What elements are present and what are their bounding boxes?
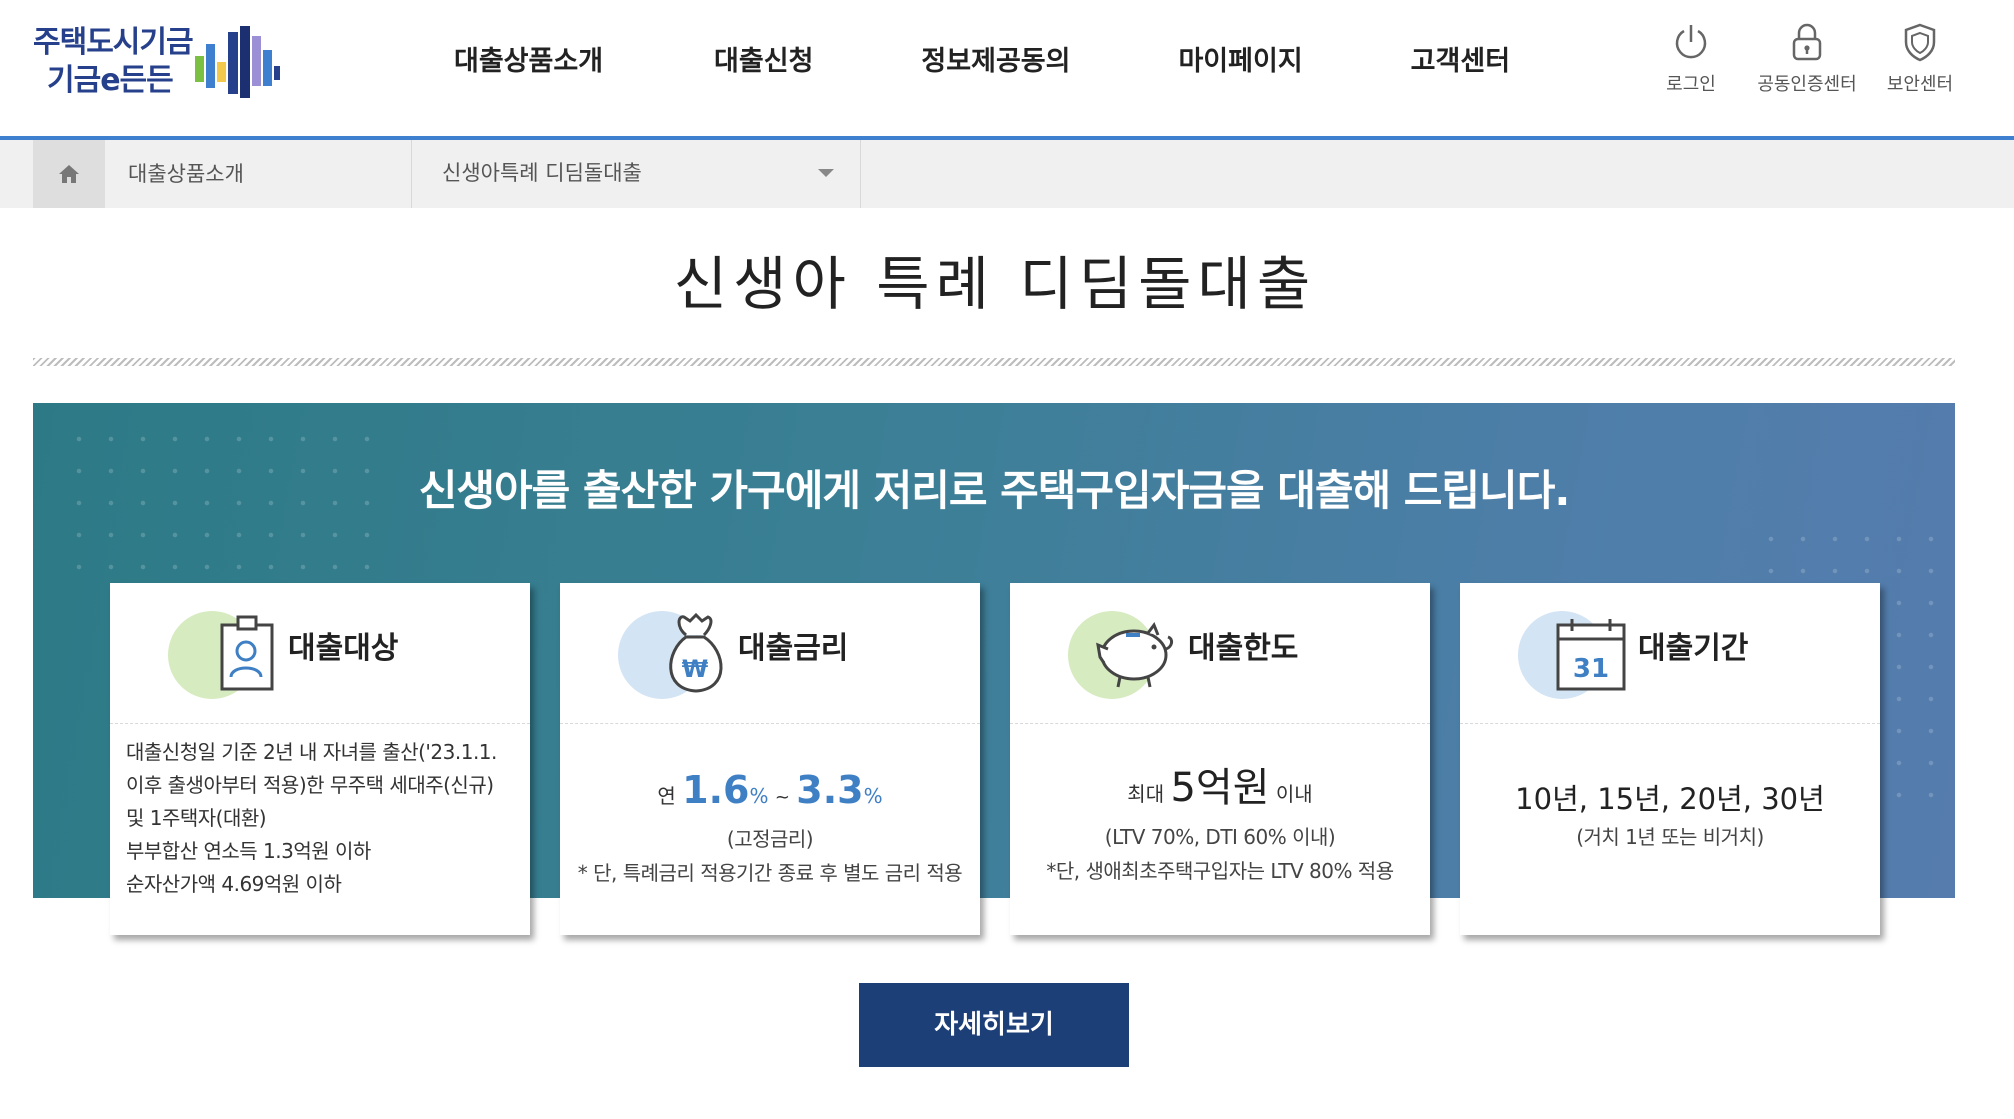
target-line: 이후 출생아부터 적용)한 무주택 세대주(신규): [126, 773, 494, 797]
home-icon: [59, 165, 79, 183]
security-center-button[interactable]: 보안센터: [1865, 22, 1975, 96]
rate-unit: %: [863, 784, 883, 808]
rate-type: (고정금리): [726, 827, 814, 851]
power-icon: [1675, 25, 1707, 59]
cert-center-button[interactable]: 공동인증센터: [1752, 22, 1862, 96]
card-body: 최대 5억원 이내 (LTV 70%, DTI 60% 이내) *단, 생애최초…: [1010, 724, 1430, 934]
nav-info-consent[interactable]: 정보제공동의: [921, 40, 1070, 90]
period-note: (거치 1년 또는 비거치): [1576, 825, 1764, 849]
limit-value: 5억원: [1170, 765, 1270, 811]
card-header: ₩ 대출금리: [560, 583, 980, 724]
logo-line1: 주택도시기금: [33, 25, 194, 60]
target-line: 순자산가액 4.69억원 이하: [126, 872, 342, 896]
limit-suffix: 이내: [1275, 782, 1313, 806]
svg-text:₩: ₩: [682, 655, 709, 683]
chevron-down-icon[interactable]: [818, 169, 834, 177]
breadcrumb-level2-select[interactable]: 신생아특례 디딤돌대출: [442, 140, 642, 206]
target-line: 대출신청일 기준 2년 내 자녀를 출산('23.1.1.: [126, 740, 497, 764]
main-nav: 대출상품소개 대출신청 정보제공동의 마이페이지 고객센터: [420, 40, 1510, 90]
view-details-button[interactable]: 자세히보기: [859, 983, 1129, 1067]
breadcrumb-divider: [411, 140, 412, 208]
card-loan-rate: ₩ 대출금리 연 1.6% ~ 3.3% (고정금리) * 단, 특례금리 적용…: [560, 583, 980, 935]
site-header: 주택도시기금 기금e든든 대출상품소개 대출신청 정보제공동의 마이페이지 고객…: [0, 0, 2014, 136]
security-center-label: 보안센터: [1886, 74, 1954, 95]
cert-center-label: 공동인증센터: [1757, 74, 1857, 95]
rate-separator: ~: [774, 787, 790, 808]
limit-condition: (LTV 70%, DTI 60% 이내): [1104, 825, 1336, 849]
nav-loan-apply[interactable]: 대출신청: [714, 40, 813, 90]
card-body: 대출신청일 기준 2년 내 자녀를 출산('23.1.1. 이후 출생아부터 적…: [110, 724, 530, 934]
card-header: 대출한도: [1010, 583, 1430, 724]
rate-range: 연 1.6% ~ 3.3%: [560, 766, 980, 822]
logo-text: 주택도시기금 기금e든든: [33, 24, 194, 100]
nav-mypage[interactable]: 마이페이지: [1178, 40, 1302, 90]
limit-note: *단, 생애최초주택구입자는 LTV 80% 적용: [1046, 859, 1394, 883]
login-label: 로그인: [1666, 74, 1716, 95]
nav-customer-center[interactable]: 고객센터: [1411, 40, 1510, 90]
breadcrumb-level1[interactable]: 대출상품소개: [128, 140, 244, 208]
target-line: 부부합산 연소득 1.3억원 이하: [126, 839, 371, 863]
lock-icon: [1792, 23, 1822, 61]
rate-prefix: 연: [657, 784, 676, 808]
card-title: 대출기간: [1638, 631, 1749, 666]
site-logo[interactable]: 주택도시기금 기금e든든: [33, 24, 293, 104]
piggy-bank-icon: [1068, 611, 1174, 699]
card-title: 대출금리: [738, 631, 849, 666]
card-loan-period: 31 대출기간 10년, 15년, 20년, 30년 (거치 1년 또는 비거치…: [1460, 583, 1880, 935]
banner-headline: 신생아를 출산한 가구에게 저리로 주택구입자금을 대출해 드립니다.: [418, 466, 1571, 515]
calendar-icon: 31: [1518, 611, 1626, 699]
login-button[interactable]: 로그인: [1636, 22, 1746, 96]
card-header: 대출대상: [110, 583, 530, 724]
card-loan-limit: 대출한도 최대 5억원 이내 (LTV 70%, DTI 60% 이내) *단,…: [1010, 583, 1430, 935]
logo-bars-icon: [195, 26, 280, 98]
title-divider: [33, 358, 1955, 366]
breadcrumb-divider: [860, 140, 861, 208]
nav-loan-products[interactable]: 대출상품소개: [454, 40, 603, 90]
page-title: 신생아 특례 디딤돌대출: [673, 250, 1317, 318]
rate-max: 3.3: [796, 768, 864, 812]
logo-line2: 기금e든든: [47, 63, 174, 98]
card-loan-target: 대출대상 대출신청일 기준 2년 내 자녀를 출산('23.1.1. 이후 출생…: [110, 583, 530, 935]
shield-icon: [1904, 23, 1936, 62]
card-body: 연 1.6% ~ 3.3% (고정금리) * 단, 특례금리 적용기간 종료 후…: [560, 724, 980, 934]
breadcrumb-home[interactable]: [33, 140, 105, 208]
card-header: 31 대출기간: [1460, 583, 1880, 724]
rate-note: * 단, 특례금리 적용기간 종료 후 별도 금리 적용: [577, 861, 963, 885]
money-bag-icon: ₩: [618, 611, 723, 699]
card-title: 대출대상: [288, 631, 399, 666]
rate-unit: %: [749, 784, 769, 808]
id-badge-icon: [168, 611, 274, 699]
card-body: 10년, 15년, 20년, 30년 (거치 1년 또는 비거치): [1460, 724, 1880, 934]
target-line: 및 1주택자(대환): [126, 806, 267, 830]
card-title: 대출한도: [1188, 631, 1299, 666]
limit-prefix: 최대: [1127, 782, 1165, 806]
breadcrumb: [0, 140, 2014, 208]
calendar-day: 31: [1573, 654, 1609, 684]
rate-min: 1.6: [682, 768, 750, 812]
limit-amount: 최대 5억원 이내: [1010, 762, 1430, 820]
period-terms: 10년, 15년, 20년, 30년: [1515, 782, 1825, 816]
